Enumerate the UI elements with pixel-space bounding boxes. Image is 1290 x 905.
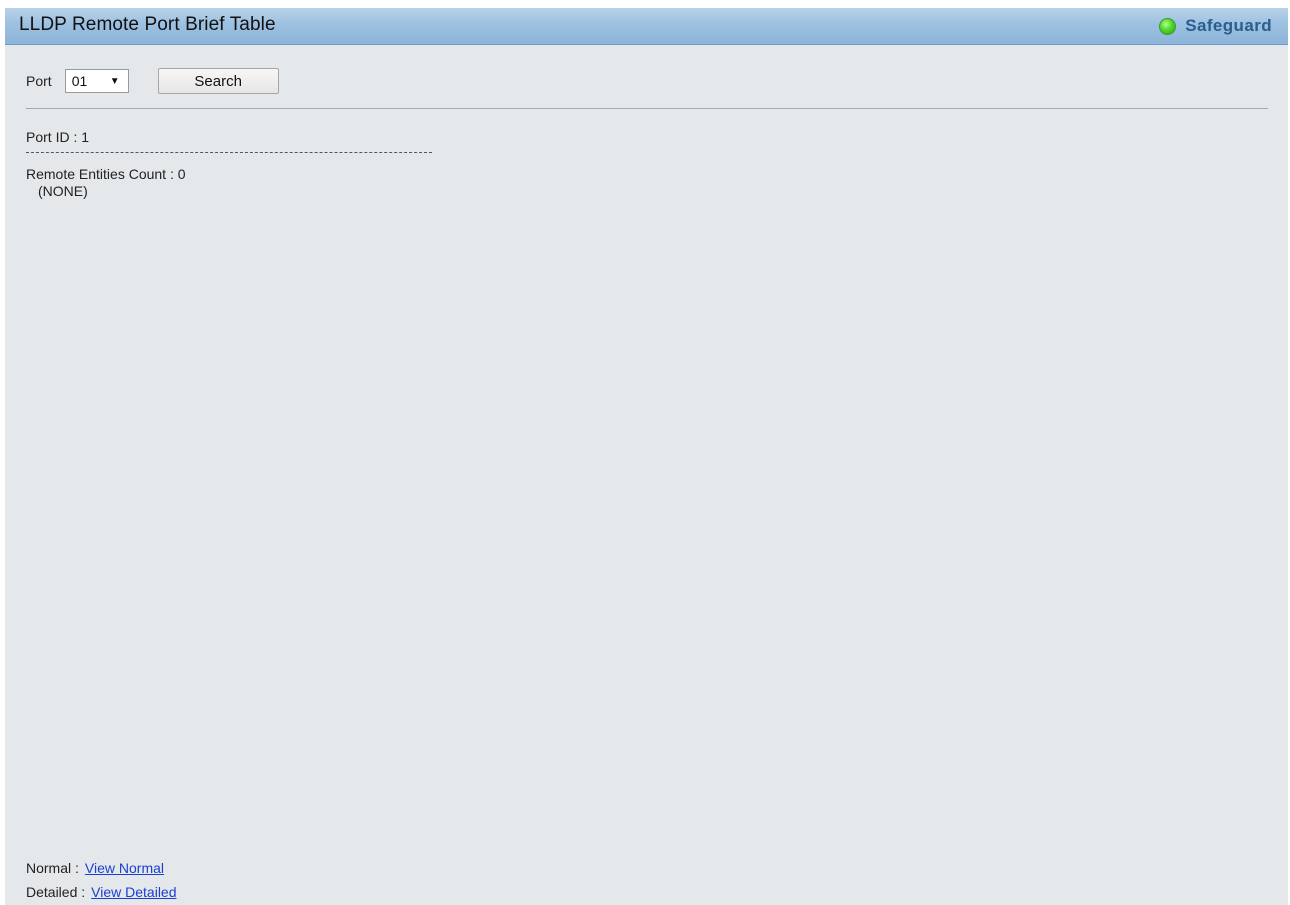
footer-detailed: Detailed : View Detailed: [26, 884, 177, 900]
port-search-row: Port 01 ▼ Search: [26, 68, 279, 94]
safeguard-label: Safeguard: [1185, 16, 1272, 35]
port-select[interactable]: 01 ▼: [64, 69, 129, 93]
normal-label: Normal :: [26, 860, 79, 876]
content-frame: LLDP Remote Port Brief Table Safeguard P…: [5, 8, 1288, 905]
title-bar: LLDP Remote Port Brief Table Safeguard: [5, 8, 1288, 45]
port-select-value: 01: [71, 73, 88, 89]
page-title: LLDP Remote Port Brief Table: [19, 14, 276, 35]
detailed-label: Detailed :: [26, 884, 86, 900]
search-button[interactable]: Search: [157, 68, 279, 94]
entities-none-text: (NONE): [38, 183, 88, 199]
port-id-text: Port ID : 1: [26, 129, 90, 145]
green-led-icon: [1159, 17, 1177, 35]
dashed-divider: [26, 152, 432, 153]
safeguard-status: Safeguard: [1159, 15, 1272, 37]
port-label: Port: [26, 73, 52, 89]
view-normal-link[interactable]: View Normal: [85, 860, 164, 876]
dropdown-arrow-icon: ▼: [109, 75, 120, 87]
footer-normal: Normal : View Normal: [26, 860, 164, 876]
separator-line: [26, 108, 1268, 109]
remote-entities-count: Remote Entities Count : 0: [26, 166, 186, 182]
view-detailed-link[interactable]: View Detailed: [91, 884, 176, 900]
